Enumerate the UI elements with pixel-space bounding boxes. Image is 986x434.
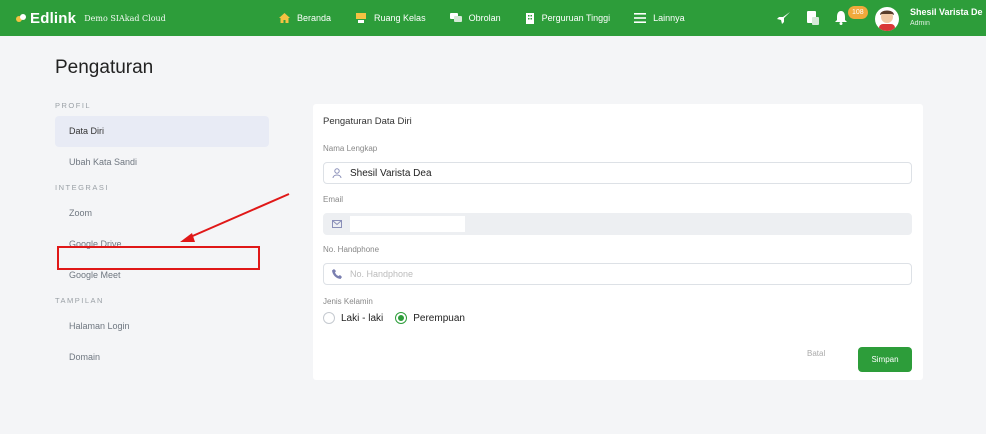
main-nav: Beranda Ruang Kelas Obrolan Perguruan Ti… (279, 12, 709, 24)
cancel-button[interactable]: Batal (807, 349, 825, 358)
menu-item-domain[interactable]: Domain (55, 342, 269, 373)
nav-perguruan-tinggi[interactable]: Perguruan Tinggi (525, 12, 611, 24)
radio-laki-laki-label[interactable]: Laki - laki (341, 313, 383, 324)
gender-radio-group: Laki - laki Perempuan (323, 312, 465, 324)
phone-icon (332, 269, 342, 279)
menu-item-ubah-kata-sandi[interactable]: Ubah Kata Sandi (55, 147, 269, 178)
building-icon (525, 12, 534, 24)
chat-icon (449, 13, 462, 22)
bell-icon[interactable] (835, 11, 847, 25)
menu-item-zoom[interactable]: Zoom (55, 198, 269, 229)
nav-ruang-kelas[interactable]: Ruang Kelas (355, 13, 426, 23)
email-value-redacted (350, 216, 465, 232)
page-title: Pengaturan (55, 57, 154, 78)
classroom-icon (356, 13, 367, 23)
email-label: Email (323, 195, 344, 204)
rocket-icon[interactable] (777, 11, 791, 25)
mail-icon (332, 220, 342, 228)
user-role: Admin (910, 20, 930, 27)
brand[interactable]: Edlink Demo SIAkad Cloud (14, 10, 254, 27)
user-name: Shesil Varista De (910, 7, 983, 17)
settings-menu: PROFIL Data Diri Ubah Kata Sandi INTEGRA… (55, 96, 269, 373)
name-label: Nama Lengkap (323, 144, 378, 153)
notification-badge: 108 (848, 6, 868, 19)
save-button[interactable]: Simpan (858, 347, 912, 372)
brand-name: Edlink (30, 9, 77, 27)
edlink-logo-icon (14, 11, 28, 25)
phone-placeholder: No. Handphone (350, 269, 414, 279)
nav-obrolan-label: Obrolan (468, 13, 501, 23)
brand-subtitle: Demo SIAkad Cloud (84, 13, 166, 23)
profile-form-card: Pengaturan Data Diri Nama Lengkap Shesil… (313, 104, 923, 380)
menu-item-halaman-login[interactable]: Halaman Login (55, 311, 269, 342)
name-value: Shesil Varista Dea (350, 167, 432, 179)
nav-beranda-label: Beranda (297, 13, 332, 23)
form-title: Pengaturan Data Diri (323, 116, 412, 127)
menu-item-data-diri[interactable]: Data Diri (55, 116, 269, 147)
nav-perguruan-tinggi-label: Perguruan Tinggi (541, 13, 611, 23)
highlight-box-google-drive (57, 246, 260, 270)
avatar[interactable] (875, 7, 899, 31)
phone-label: No. Handphone (323, 245, 380, 254)
user-icon (332, 168, 342, 178)
menu-icon (634, 13, 647, 23)
nav-obrolan[interactable]: Obrolan (449, 13, 501, 23)
radio-perempuan-label[interactable]: Perempuan (413, 313, 465, 324)
email-field[interactable] (323, 213, 912, 235)
document-icon[interactable] (807, 11, 819, 25)
gender-label: Jenis Kelamin (323, 297, 373, 306)
nav-lainnya-label: Lainnya (653, 13, 685, 23)
user-info[interactable]: Shesil Varista De Admin (910, 7, 983, 29)
top-navbar: Edlink Demo SIAkad Cloud Beranda Ruang K… (0, 0, 986, 36)
radio-laki-laki[interactable] (323, 312, 335, 324)
section-integrasi: INTEGRASI (55, 183, 109, 192)
nav-ruang-kelas-label: Ruang Kelas (374, 13, 426, 23)
phone-field[interactable]: No. Handphone (323, 263, 912, 285)
nav-lainnya[interactable]: Lainnya (634, 13, 685, 23)
nav-beranda[interactable]: Beranda (279, 13, 331, 23)
home-icon (279, 13, 290, 23)
section-profil: PROFIL (55, 101, 92, 110)
name-field[interactable]: Shesil Varista Dea (323, 162, 912, 184)
radio-perempuan[interactable] (395, 312, 408, 324)
section-tampilan: TAMPILAN (55, 296, 104, 305)
